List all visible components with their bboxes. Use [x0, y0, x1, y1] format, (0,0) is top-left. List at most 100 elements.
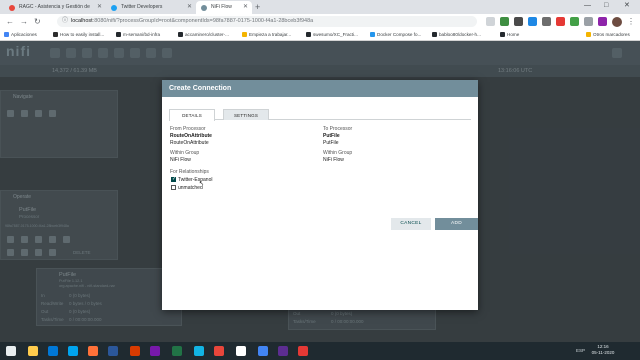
bookmark-item[interactable]: Aplicaciones	[4, 29, 37, 41]
bookmark-item[interactable]: Docker Compose fo...	[370, 29, 421, 41]
docker-icon	[370, 32, 375, 37]
address-toolbar: ← → ↻ ⓘ localhost:8080/nifi/?processGrou…	[0, 14, 640, 29]
close-tab-icon[interactable]: ✕	[243, 1, 248, 14]
mouse-cursor-icon: ↖	[199, 181, 205, 187]
bookmark-label: babloo80/docker-h...	[439, 32, 481, 37]
app-icon[interactable]	[278, 346, 288, 356]
back-arrow-icon[interactable]: ←	[6, 16, 14, 27]
to-group-value: NiFi Flow	[323, 157, 344, 163]
app-icon[interactable]	[298, 346, 308, 356]
tab-label: NiFi Flow	[211, 4, 232, 10]
language-indicator[interactable]: ESP	[576, 342, 585, 360]
bookmark-item[interactable]: Otros marcadores	[586, 29, 630, 41]
apps-grid-icon	[4, 32, 9, 37]
folder-icon	[586, 32, 591, 37]
bookmark-item[interactable]: accaminero/cluster-...	[178, 29, 229, 41]
star-bookmark-icon[interactable]	[486, 17, 495, 26]
add-button[interactable]: ADD	[435, 218, 478, 230]
github-icon	[432, 32, 437, 37]
file-explorer-icon[interactable]	[28, 346, 38, 356]
browser-tab-bar: RAGC - Asistencia y Gestión de ✕ Twitter…	[0, 0, 640, 14]
minimize-button[interactable]: —	[584, 0, 591, 12]
chrome-icon[interactable]	[258, 346, 268, 356]
to-processor-type: PutFile	[323, 140, 339, 146]
bookmark-label: swesumo/XC_Fracti...	[313, 32, 358, 37]
extension-icon[interactable]	[570, 17, 579, 26]
app-icon[interactable]	[214, 346, 224, 356]
url-text: localhost:8080/nifi/?processGroupId=root…	[71, 16, 313, 27]
cancel-button[interactable]: CANCEL	[391, 218, 431, 230]
to-processor-label: To Processor	[323, 126, 353, 132]
bookmark-label: m-semani/bd-infra	[123, 32, 161, 37]
tab-details[interactable]: DETAILS	[169, 109, 215, 121]
windows-start-icon[interactable]	[6, 346, 16, 356]
relationship-checkbox-twitter-espanol[interactable]	[171, 176, 176, 183]
extension-icon[interactable]	[500, 17, 509, 26]
app-icon[interactable]	[194, 346, 204, 356]
bookmark-item[interactable]: swesumo/XC_Fracti...	[306, 29, 358, 41]
github-icon	[306, 32, 311, 37]
bookmark-item[interactable]: babloo80/docker-h...	[432, 29, 481, 41]
maximize-button[interactable]: □	[604, 0, 608, 12]
onenote-icon[interactable]	[150, 346, 160, 356]
relationships-label: For Relationships	[170, 169, 209, 175]
browser-tab-ragc[interactable]: RAGC - Asistencia y Gestión de ✕	[4, 1, 106, 14]
relationship-label[interactable]: Twitter-Espanol	[178, 177, 212, 183]
browser-tab-twitter[interactable]: Twitter Developers ✕	[106, 1, 196, 14]
close-tab-icon[interactable]: ✕	[187, 1, 192, 14]
close-tab-icon[interactable]: ✕	[97, 1, 102, 14]
extension-icon[interactable]	[542, 17, 551, 26]
extension-icon[interactable]	[514, 17, 523, 26]
twitter-favicon-icon	[111, 5, 117, 11]
forward-arrow-icon[interactable]: →	[20, 16, 28, 27]
store-icon[interactable]	[68, 346, 78, 356]
nifi-favicon-icon	[201, 5, 207, 11]
info-icon[interactable]: ⓘ	[62, 16, 68, 27]
from-group-value: NiFi Flow	[170, 157, 191, 163]
tab-label: RAGC - Asistencia y Gestión de	[19, 4, 90, 10]
menu-kebab-icon[interactable]: ⋮	[627, 16, 635, 27]
bookmark-item[interactable]: Empieza a trabajar...	[242, 29, 291, 41]
clock-date: 05-11-2020	[591, 350, 615, 355]
ragc-favicon-icon	[9, 5, 15, 11]
excel-icon[interactable]	[172, 346, 182, 356]
profile-avatar[interactable]	[612, 17, 622, 27]
edge-icon[interactable]	[48, 346, 58, 356]
browser-tab-nifi[interactable]: NiFi Flow ✕	[196, 1, 252, 14]
firefox-icon[interactable]	[88, 346, 98, 356]
create-connection-dialog: Create Connection DETAILS SETTINGS From …	[162, 80, 478, 310]
relationship-checkbox-unmatched[interactable]	[171, 185, 176, 190]
url-bar[interactable]: ⓘ localhost:8080/nifi/?processGroupId=ro…	[57, 16, 477, 27]
new-tab-button[interactable]: +	[255, 1, 260, 13]
bookmark-label: Empieza a trabajar...	[249, 32, 292, 37]
bookmark-item[interactable]: Home	[500, 29, 519, 41]
dialog-tabs: DETAILS SETTINGS	[169, 109, 471, 121]
extension-icon[interactable]	[528, 17, 537, 26]
taskbar-clock[interactable]: 12:16 05-11-2020	[589, 344, 617, 356]
bookmark-item[interactable]: How to easily install...	[53, 29, 104, 41]
bookmark-item[interactable]: m-semani/bd-infra	[116, 29, 160, 41]
from-processor-type: RouteOnAttribute	[170, 140, 209, 146]
word-icon[interactable]	[108, 346, 118, 356]
tab-settings[interactable]: SETTINGS	[223, 109, 269, 120]
reload-icon[interactable]: ↻	[34, 16, 41, 27]
page-icon	[242, 32, 247, 37]
bookmarks-bar: Aplicaciones How to easily install... m-…	[0, 29, 640, 41]
bookmark-label: Otros marcadores	[593, 32, 630, 37]
extension-icon[interactable]	[598, 17, 607, 26]
bookmark-label: Aplicaciones	[11, 32, 37, 37]
extension-icon[interactable]	[556, 17, 565, 26]
puzzle-extensions-icon[interactable]	[584, 17, 593, 26]
url-host: localhost	[71, 18, 93, 24]
bookmark-label: How to easily install...	[60, 32, 105, 37]
from-processor-name: RouteOnAttribute	[170, 133, 212, 139]
from-group-label: Within Group	[170, 150, 200, 156]
bookmark-label: Docker Compose fo...	[377, 32, 422, 37]
app-icon[interactable]	[236, 346, 246, 356]
from-processor-label: From Processor	[170, 126, 206, 132]
to-processor-name: PutFile	[323, 133, 340, 139]
close-window-button[interactable]: ✕	[624, 0, 630, 12]
dialog-title: Create Connection	[169, 85, 232, 92]
powerpoint-icon[interactable]	[130, 346, 140, 356]
dialog-header: Create Connection	[162, 80, 478, 97]
